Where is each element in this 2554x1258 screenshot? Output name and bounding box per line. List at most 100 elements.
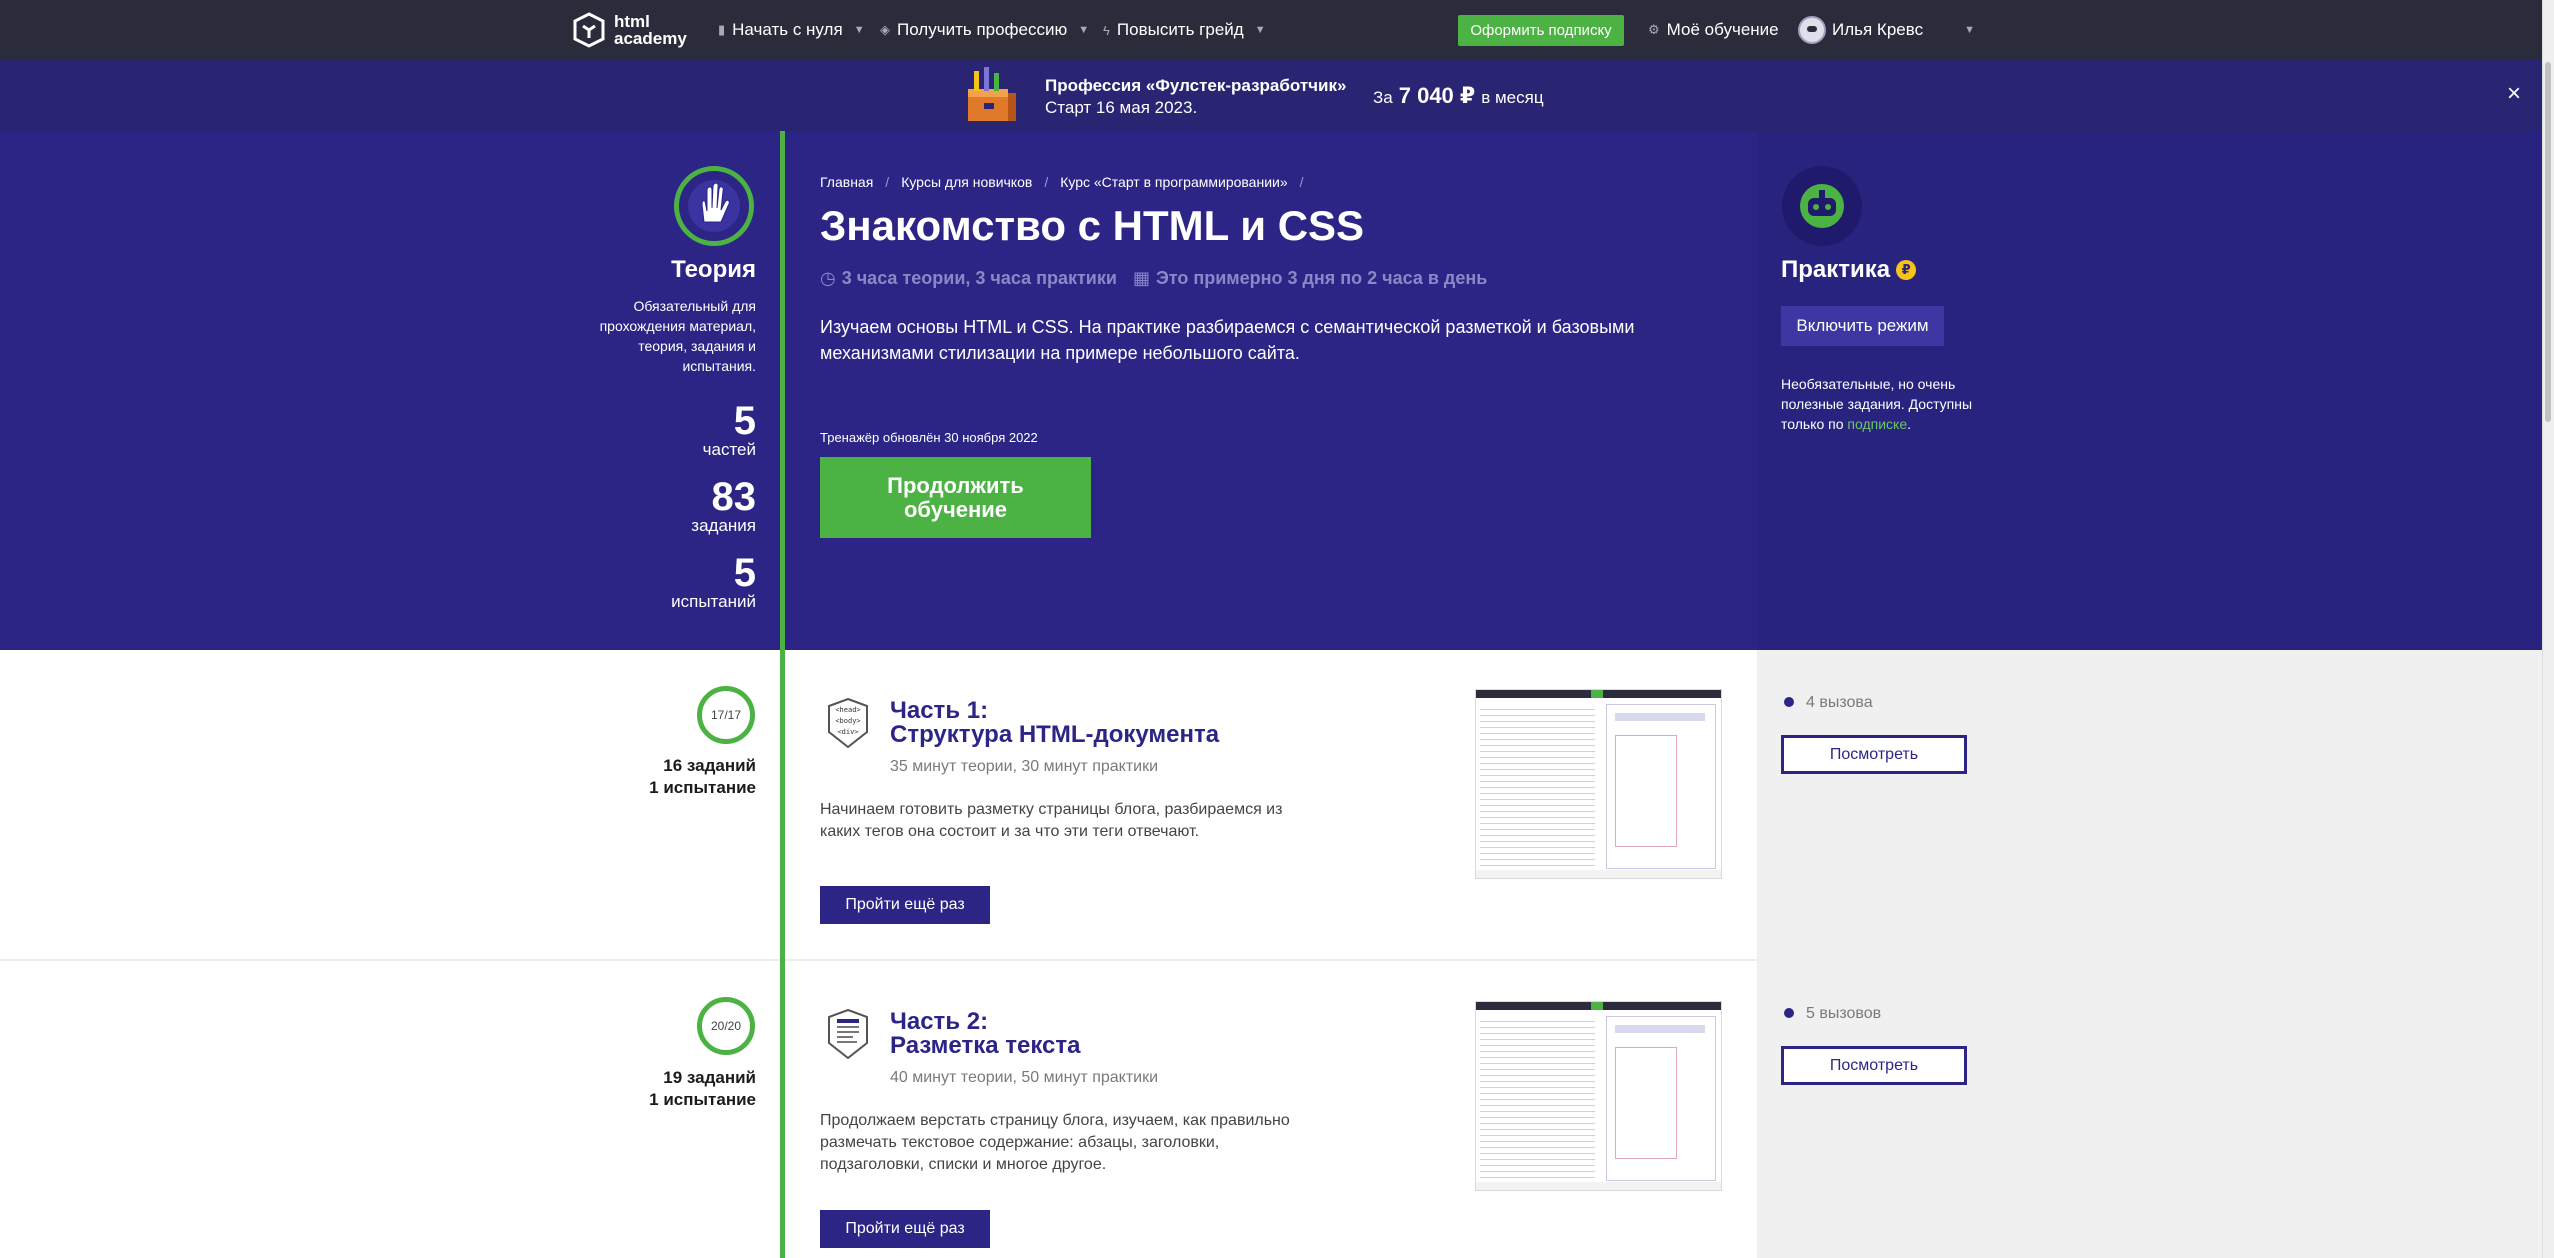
scrollbar-thumb[interactable] — [2545, 62, 2551, 422]
nav-start-from-scratch[interactable]: ▮ Начать с нуля ▼ — [718, 0, 865, 60]
nav-my-learning[interactable]: ⚙ Моё обучение — [1648, 0, 1779, 60]
schedule-text: Это примерно 3 дня по 2 часа в день — [1155, 268, 1488, 288]
price-prefix: За — [1373, 88, 1393, 107]
chapter-progress-ring: 20/20 — [697, 997, 755, 1055]
robot-icon — [1800, 184, 1844, 228]
chevron-down-icon: ▼ — [853, 24, 865, 36]
breadcrumb-separator: / — [1044, 174, 1049, 190]
chapter-thumbnail[interactable] — [1475, 689, 1722, 879]
html-tags-icon: <head> <body> <div> — [828, 698, 868, 748]
thumb-code — [1480, 704, 1595, 869]
thumb-code — [1480, 1016, 1595, 1181]
duration-text: 3 часа теории, 3 часа практики — [841, 268, 1117, 288]
continue-label: Продолжить обучение — [887, 472, 1024, 522]
clock-icon: ◷ — [820, 268, 836, 288]
tasks-count: 16 заданий — [663, 756, 756, 775]
continue-learning-button[interactable]: Продолжить обучение — [820, 457, 1091, 538]
chapter-name: Структура HTML-документа — [890, 721, 1220, 748]
chapter-description: Начинаем готовить разметку страницы блог… — [820, 801, 1283, 840]
stat-parts-number: 5 — [733, 399, 756, 443]
retake-button[interactable]: Пройти ещё раз — [820, 886, 990, 924]
chapter-task-count: 16 заданий 1 испытание — [600, 755, 756, 799]
avatar[interactable] — [1798, 16, 1826, 44]
chapter-divider — [0, 959, 1757, 961]
thumb-footer — [1476, 870, 1721, 878]
calls-dot — [1784, 697, 1794, 707]
view-button[interactable]: Посмотреть — [1781, 735, 1967, 774]
breadcrumb-course[interactable]: Курс «Старт в программировании» — [1060, 174, 1287, 190]
schedule: ▦ Это примерно 3 дня по 2 часа в день — [1133, 268, 1487, 289]
thumb-toolbar — [1476, 690, 1721, 698]
thumb-preview — [1606, 1016, 1716, 1181]
calls-count: 4 вызова — [1806, 694, 1873, 711]
price-value: 7 040 ₽ — [1398, 83, 1476, 108]
promo-banner[interactable]: Профессия «Фулстек-разработчик» Старт 16… — [0, 60, 2542, 131]
stat-trials-label: испытаний — [671, 592, 756, 611]
breadcrumb-separator: / — [885, 174, 890, 190]
nav-item-label: Моё обучение — [1666, 20, 1779, 39]
practice-description: Необязательные, но очень полезные задани… — [1781, 374, 1981, 434]
icon-line: <div> — [837, 728, 858, 736]
chevron-down-icon: ▼ — [1964, 24, 1975, 36]
lightning-icon: ϟ — [1103, 22, 1110, 38]
subscribe-button[interactable]: Оформить подписку — [1458, 15, 1624, 46]
hand-icon — [688, 180, 740, 232]
stat-trials-number: 5 — [733, 551, 756, 595]
nav-item-label: Начать с нуля — [732, 20, 843, 39]
logo-text: html academy — [614, 12, 687, 48]
thumb-preview — [1606, 704, 1716, 869]
chapter-title[interactable]: Часть 1: Структура HTML-документа — [890, 699, 1219, 747]
enable-mode-button[interactable]: Включить режим — [1781, 306, 1944, 346]
theory-description: Обязательный для прохождения материал, т… — [599, 298, 756, 374]
view-button[interactable]: Посмотреть — [1781, 1046, 1967, 1085]
page-title: Знакомство с HTML и CSS — [820, 202, 1365, 249]
chapter-task-count: 19 заданий 1 испытание — [600, 1067, 756, 1111]
theory-badge — [674, 166, 754, 246]
learning-icon: ⚙ — [1648, 22, 1660, 37]
chevron-down-icon: ▼ — [1254, 24, 1266, 36]
thumb-footer — [1476, 1182, 1721, 1190]
trials-count: 1 испытание — [649, 1090, 756, 1109]
chapter-thumbnail[interactable] — [1475, 1001, 1722, 1191]
practice-title-text: Практика — [1781, 256, 1891, 283]
nav-raise-grade[interactable]: ϟ Повысить грейд ▼ — [1103, 0, 1266, 60]
breadcrumb-courses[interactable]: Курсы для новичков — [901, 174, 1032, 190]
coin-icon: ₽ — [1896, 260, 1917, 280]
chapter-name: Разметка текста — [890, 1032, 1081, 1059]
theory-title: Теория — [671, 256, 756, 283]
user-menu[interactable]: Илья Кревс ▼ — [1832, 0, 1975, 60]
graduation-cap-icon: ◈ — [880, 22, 890, 37]
calendar-icon: ▦ — [1132, 268, 1150, 288]
close-icon[interactable]: × — [2500, 80, 2528, 108]
nav-get-profession[interactable]: ◈ Получить профессию ▼ — [880, 0, 1089, 60]
nav-item-label: Получить профессию — [897, 20, 1068, 39]
chapter-meta: 40 минут теории, 50 минут практики — [890, 1069, 1159, 1086]
retake-button[interactable]: Пройти ещё раз — [820, 1210, 990, 1248]
subscription-link[interactable]: подписке — [1847, 416, 1907, 432]
promo-title: Профессия «Фулстек-разработчик» — [1045, 76, 1347, 95]
practice-badge — [1782, 166, 1862, 246]
practice-title: Практика ₽ — [1781, 256, 1917, 284]
logo[interactable]: html academy — [572, 10, 724, 50]
nav-item-label: Повысить грейд — [1116, 20, 1244, 39]
chapter-title[interactable]: Часть 2: Разметка текста — [890, 1010, 1080, 1058]
user-name: Илья Кревс — [1832, 20, 1924, 39]
trials-count: 1 испытание — [649, 778, 756, 797]
chapter-meta: 35 минут теории, 30 минут практики — [890, 758, 1159, 775]
calls-count: 5 вызовов — [1806, 1005, 1882, 1022]
course-meta: ◷ 3 часа теории, 3 часа практики ▦ Это при… — [820, 268, 1487, 289]
breadcrumb-home[interactable]: Главная — [820, 174, 873, 190]
chart-icon: ▮ — [718, 22, 726, 37]
stat-tasks-number: 83 — [711, 475, 757, 519]
stat-parts-label: частей — [702, 440, 756, 459]
updated-date: Тренажёр обновлён 30 ноября 2022 — [820, 430, 1038, 445]
icon-line: <head> — [835, 706, 860, 714]
toolbox-icon — [968, 67, 1016, 121]
logo-icon — [573, 12, 605, 48]
price-suffix: в месяц — [1481, 88, 1544, 107]
thumb-toolbar — [1476, 1002, 1721, 1010]
document-icon — [828, 1009, 868, 1059]
duration: ◷ 3 часа теории, 3 часа практики — [820, 268, 1117, 289]
chapter-part: Часть 1: — [890, 697, 989, 724]
course-description: Изучаем основы HTML и CSS. На практике р… — [820, 317, 1635, 363]
